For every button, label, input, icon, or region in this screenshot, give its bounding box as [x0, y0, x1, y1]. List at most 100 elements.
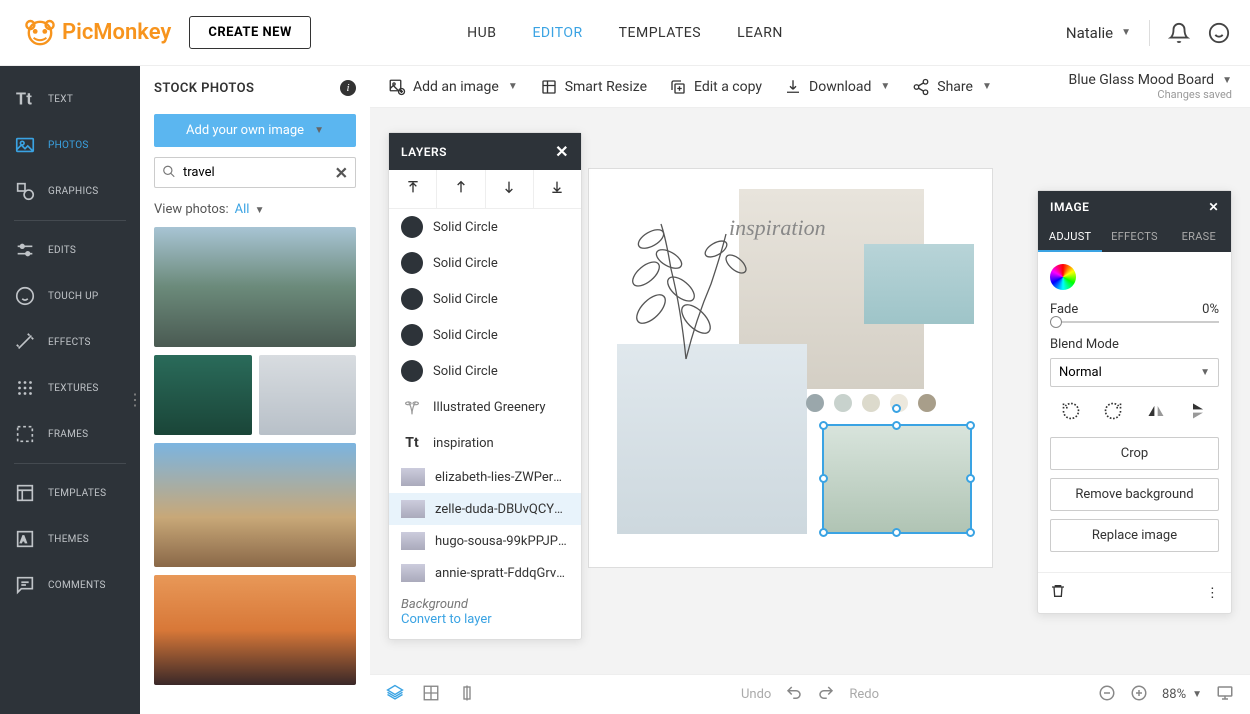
- canvas-image[interactable]: [617, 344, 807, 534]
- stock-thumb[interactable]: [154, 227, 356, 347]
- rail-graphics[interactable]: GRAPHICS: [0, 168, 140, 214]
- search-input[interactable]: [154, 157, 356, 188]
- nav-templates[interactable]: TEMPLATES: [619, 25, 701, 41]
- replace-image-button[interactable]: Replace image: [1050, 519, 1219, 552]
- brand-logo[interactable]: PicMonkey: [24, 17, 171, 49]
- color-dot[interactable]: [918, 394, 936, 412]
- present-button[interactable]: [1216, 684, 1234, 706]
- tab-adjust[interactable]: ADJUST: [1038, 223, 1102, 252]
- create-new-button[interactable]: CREATE NEW: [189, 16, 311, 49]
- layer-item[interactable]: Solid Circle: [389, 281, 581, 317]
- add-own-image-button[interactable]: Add your own image▼: [154, 114, 356, 147]
- flip-vertical-button[interactable]: [1188, 401, 1208, 425]
- add-image-menu[interactable]: Add an image▼: [388, 78, 518, 96]
- rail-text[interactable]: TtTEXT: [0, 76, 140, 122]
- circle-icon: [401, 324, 423, 346]
- resize-handle[interactable]: [966, 528, 975, 537]
- smart-resize-button[interactable]: Smart Resize: [540, 78, 647, 96]
- resize-handle[interactable]: [819, 421, 828, 430]
- layer-item[interactable]: elizabeth-lies-ZWPerNI…: [389, 461, 581, 493]
- stock-thumb[interactable]: [154, 443, 356, 567]
- convert-to-layer-link[interactable]: Convert to layer: [401, 612, 569, 627]
- nav-hub[interactable]: HUB: [467, 25, 496, 41]
- nav-editor[interactable]: EDITOR: [532, 25, 582, 41]
- download-menu[interactable]: Download▼: [784, 78, 890, 96]
- layer-down-button[interactable]: [486, 170, 534, 208]
- layer-item[interactable]: Solid Circle: [389, 317, 581, 353]
- rail-themes[interactable]: ATHEMES: [0, 516, 140, 562]
- rail-textures[interactable]: TEXTURES: [0, 365, 140, 411]
- rail-touchup[interactable]: TOUCH UP: [0, 273, 140, 319]
- edit-copy-button[interactable]: Edit a copy: [669, 78, 762, 96]
- layer-item[interactable]: Illustrated Greenery: [389, 389, 581, 425]
- layer-item[interactable]: hugo-sousa-99kPPJPed…: [389, 525, 581, 557]
- zoom-out-button[interactable]: [1098, 684, 1116, 706]
- layer-item[interactable]: Solid Circle: [389, 209, 581, 245]
- layer-to-back-button[interactable]: [534, 170, 581, 208]
- delete-layer-button[interactable]: [1050, 583, 1066, 603]
- rail-frames[interactable]: FRAMES: [0, 411, 140, 457]
- resize-handle[interactable]: [966, 474, 975, 483]
- layer-item[interactable]: annie-spratt-FddqGrvw…: [389, 557, 581, 589]
- resize-handle[interactable]: [819, 474, 828, 483]
- stock-thumb[interactable]: [259, 355, 357, 435]
- canvas[interactable]: inspiration: [588, 168, 993, 568]
- flip-horizontal-button[interactable]: [1146, 401, 1166, 425]
- crop-button[interactable]: Crop: [1050, 437, 1219, 470]
- resize-handle[interactable]: [966, 421, 975, 430]
- script-text[interactable]: inspiration: [729, 215, 826, 241]
- slider-thumb[interactable]: [1050, 316, 1062, 328]
- project-name-menu[interactable]: Blue Glass Mood Board▼: [1068, 72, 1232, 88]
- redo-button[interactable]: [817, 684, 835, 706]
- share-menu[interactable]: Share▼: [912, 78, 992, 96]
- layer-item[interactable]: Ttinspiration: [389, 425, 581, 461]
- tab-erase[interactable]: ERASE: [1167, 223, 1231, 252]
- more-options-button[interactable]: ⋮: [1206, 586, 1219, 601]
- resize-handle[interactable]: [892, 421, 901, 430]
- user-menu[interactable]: Natalie▼: [1066, 24, 1131, 42]
- info-button[interactable]: i: [340, 80, 356, 96]
- close-layers-button[interactable]: ✕: [555, 142, 569, 161]
- rail-photos[interactable]: PHOTOS: [0, 122, 140, 168]
- align-toggle-button[interactable]: [458, 684, 476, 706]
- canvas-image[interactable]: [864, 244, 974, 324]
- nav-learn[interactable]: LEARN: [737, 25, 783, 41]
- layer-item[interactable]: Solid Circle: [389, 245, 581, 281]
- resize-handle[interactable]: [819, 528, 828, 537]
- stock-thumb[interactable]: [154, 355, 252, 435]
- color-dot[interactable]: [806, 394, 824, 412]
- zoom-in-button[interactable]: [1130, 684, 1148, 706]
- layers-toggle-button[interactable]: [386, 684, 404, 706]
- selected-image[interactable]: [822, 424, 972, 534]
- clear-search-button[interactable]: ✕: [335, 163, 348, 182]
- view-filter-menu[interactable]: All ▼: [235, 202, 265, 217]
- more-dots[interactable]: ⋮: [127, 390, 143, 409]
- zoom-level-menu[interactable]: 88%▼: [1162, 687, 1202, 702]
- rail-effects[interactable]: EFFECTS: [0, 319, 140, 365]
- undo-button[interactable]: [785, 684, 803, 706]
- thumbnails-list[interactable]: [140, 227, 370, 714]
- grid-toggle-button[interactable]: [422, 684, 440, 706]
- rail-templates[interactable]: TEMPLATES: [0, 470, 140, 516]
- rotate-cw-button[interactable]: [1103, 401, 1123, 425]
- color-dot[interactable]: [862, 394, 880, 412]
- notifications-button[interactable]: [1168, 22, 1190, 44]
- resize-handle[interactable]: [892, 528, 901, 537]
- close-image-panel-button[interactable]: ✕: [1208, 200, 1219, 214]
- emoji-button[interactable]: [1208, 22, 1230, 44]
- rotate-handle[interactable]: [892, 404, 901, 413]
- rail-comments[interactable]: COMMENTS: [0, 562, 140, 608]
- color-picker-button[interactable]: [1050, 264, 1076, 290]
- stock-thumb[interactable]: [154, 575, 356, 685]
- rotate-ccw-button[interactable]: [1061, 401, 1081, 425]
- layer-item[interactable]: Solid Circle: [389, 353, 581, 389]
- layer-to-front-button[interactable]: [389, 170, 437, 208]
- tab-effects[interactable]: EFFECTS: [1102, 223, 1166, 252]
- rail-edits[interactable]: EDITS: [0, 227, 140, 273]
- color-dot[interactable]: [834, 394, 852, 412]
- blend-mode-select[interactable]: Normal▼: [1050, 358, 1219, 387]
- fade-slider[interactable]: [1050, 321, 1219, 323]
- layer-item[interactable]: zelle-duda-DBUvQCYN…: [389, 493, 581, 525]
- layer-up-button[interactable]: [437, 170, 485, 208]
- remove-background-button[interactable]: Remove background: [1050, 478, 1219, 511]
